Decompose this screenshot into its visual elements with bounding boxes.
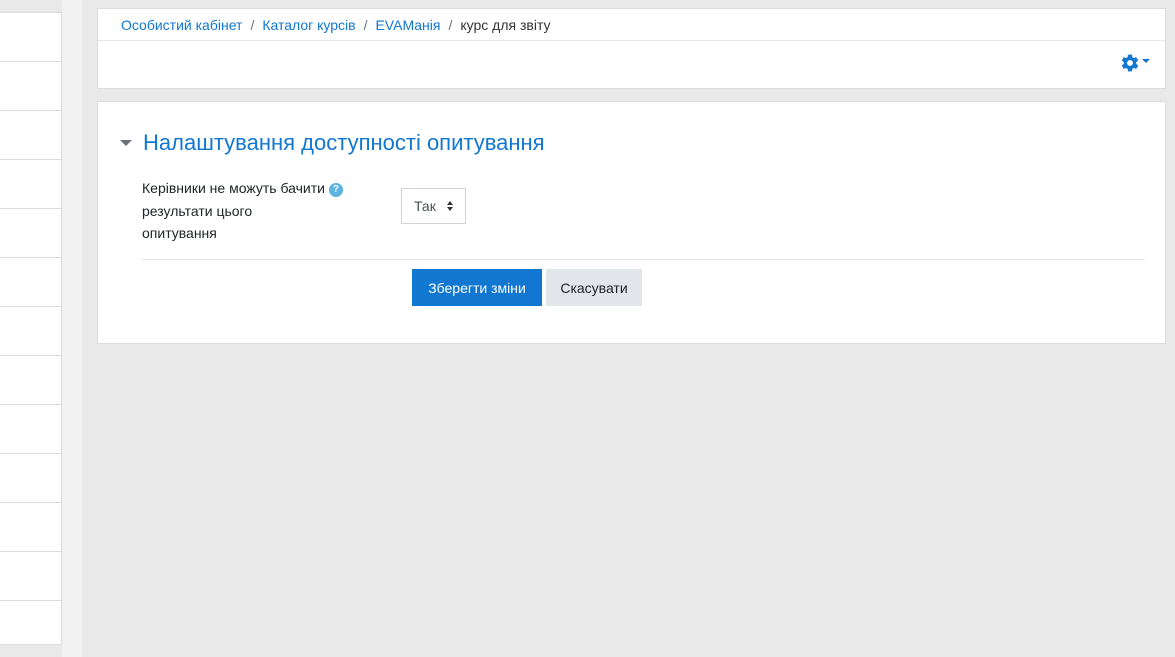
drawer-item[interactable] [0, 405, 61, 454]
breadcrumb-course-catalog[interactable]: Каталог курсів [262, 17, 355, 33]
field-label-line1: Керівники не можуть бачити [142, 180, 325, 196]
drawer-item[interactable] [0, 258, 61, 307]
drawer-item[interactable] [0, 552, 61, 601]
field-label: Керівники не можуть бачити? результати ц… [142, 177, 372, 245]
breadcrumb: Особистий кабінет / Каталог курсів / EVA… [98, 9, 1165, 41]
chevron-down-icon [1142, 59, 1150, 63]
drawer-item[interactable] [0, 13, 61, 62]
visibility-select[interactable]: Так [401, 188, 466, 224]
breadcrumb-separator: / [363, 16, 368, 33]
page-header: Особистий кабінет / Каталог курсів / EVA… [97, 8, 1166, 89]
drawer-item[interactable] [0, 160, 61, 209]
drawer-item[interactable] [0, 454, 61, 503]
drawer-item[interactable] [0, 503, 61, 552]
help-icon[interactable]: ? [328, 183, 343, 198]
section-toggle[interactable]: Налаштування доступності опитування [120, 130, 545, 156]
breadcrumb-separator: / [250, 16, 255, 33]
field-label-line3: опитування [142, 225, 217, 241]
collapse-caret-icon [120, 140, 132, 146]
drawer-item[interactable] [0, 307, 61, 356]
page: Особистий кабінет / Каталог курсів / EVA… [0, 0, 1175, 657]
divider [142, 259, 1145, 260]
drawer-item[interactable] [0, 356, 61, 405]
field-label-line2: результати цього [142, 202, 253, 219]
breadcrumb-dashboard[interactable]: Особистий кабінет [121, 17, 242, 33]
drawer-item[interactable] [0, 601, 61, 650]
select-arrows-icon [447, 201, 453, 211]
drawer-item[interactable] [0, 62, 61, 111]
cancel-button[interactable]: Скасувати [546, 269, 642, 306]
save-button[interactable]: Зберегти зміни [412, 269, 542, 306]
breadcrumb-current: курс для звіту [460, 16, 551, 33]
select-value: Так [414, 198, 436, 214]
drawer-item[interactable] [0, 111, 61, 160]
gear-icon [1121, 54, 1139, 72]
settings-form: Налаштування доступності опитування Кері… [97, 101, 1166, 344]
section-title: Налаштування доступності опитування [143, 130, 545, 155]
settings-menu-button[interactable] [1120, 53, 1150, 73]
breadcrumb-separator: / [448, 16, 453, 33]
drawer-gap [62, 0, 82, 657]
breadcrumb-category[interactable]: EVAМанія [375, 17, 440, 33]
nav-drawer [0, 12, 62, 645]
drawer-item[interactable] [0, 209, 61, 258]
